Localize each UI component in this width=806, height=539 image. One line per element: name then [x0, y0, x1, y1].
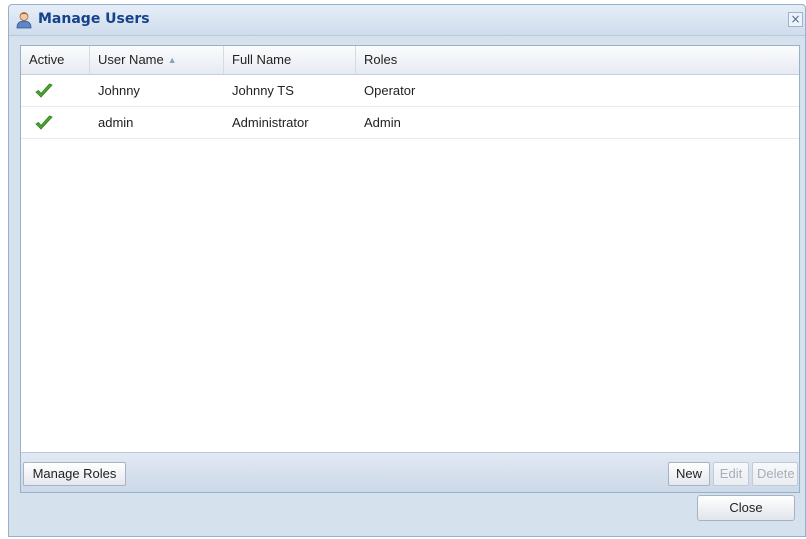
- close-icon[interactable]: ×: [788, 12, 803, 27]
- table-row[interactable]: admin Administrator Admin: [21, 107, 799, 139]
- column-header-label: Full Name: [232, 52, 292, 67]
- checkmark-icon: [35, 83, 53, 98]
- new-button[interactable]: New: [668, 462, 710, 486]
- column-header-label: Roles: [364, 52, 398, 67]
- cell-full-name: Johnny TS: [232, 83, 294, 98]
- dialog-title: Manage Users: [38, 11, 150, 27]
- cell-full-name: Administrator: [232, 115, 309, 130]
- table-row[interactable]: Johnny Johnny TS Operator: [21, 75, 799, 107]
- grid-header: Active User Name ▲ Full Name Roles: [21, 46, 799, 75]
- user-icon: [16, 12, 32, 29]
- delete-button[interactable]: Delete: [752, 462, 798, 486]
- column-header-label: User Name: [98, 52, 164, 67]
- manage-users-dialog: Manage Users × Active User Name ▲ Full Na…: [8, 4, 806, 537]
- column-header-full-name[interactable]: Full Name: [224, 46, 356, 74]
- column-header-label: Active: [29, 52, 65, 67]
- column-header-active[interactable]: Active: [21, 46, 90, 74]
- dialog-titlebar[interactable]: Manage Users ×: [9, 5, 805, 36]
- cell-roles: Admin: [364, 115, 401, 130]
- checkmark-icon: [35, 115, 53, 130]
- users-grid: Active User Name ▲ Full Name Roles Johnny…: [20, 45, 800, 493]
- column-header-roles[interactable]: Roles: [356, 46, 799, 74]
- column-header-user-name[interactable]: User Name ▲: [90, 46, 224, 74]
- cell-user-name: admin: [98, 115, 134, 130]
- cell-user-name: Johnny: [98, 83, 140, 98]
- manage-roles-button[interactable]: Manage Roles: [23, 462, 126, 486]
- grid-toolbar: Manage Roles New Edit Delete: [21, 452, 799, 492]
- cell-roles: Operator: [364, 83, 416, 98]
- edit-button[interactable]: Edit: [713, 462, 749, 486]
- sort-ascending-icon: ▲: [167, 55, 177, 65]
- close-button[interactable]: Close: [697, 495, 795, 521]
